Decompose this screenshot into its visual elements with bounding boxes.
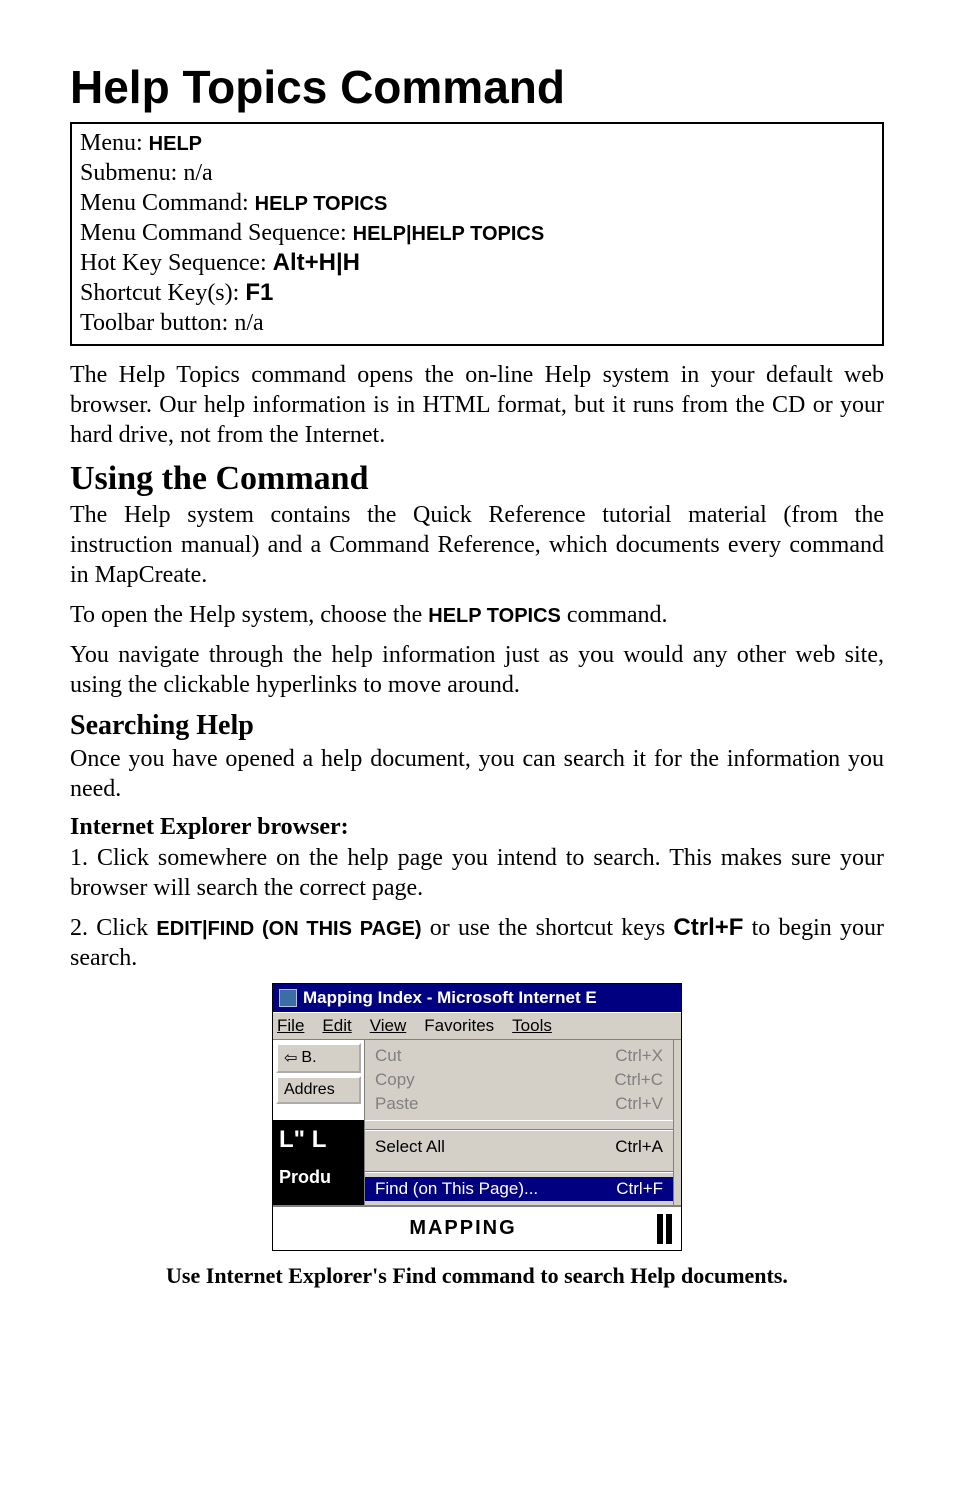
command-value: HELP TOPICS	[255, 193, 388, 215]
step2-a: 2. Click	[70, 915, 156, 941]
menu-file[interactable]: File	[277, 1016, 304, 1036]
hotkey-value: Alt+H|H	[273, 249, 360, 276]
logo-box: L" L	[273, 1120, 365, 1163]
sequence-row: Menu Command Sequence: HELP|HELP TOPICS	[80, 218, 874, 248]
cut-shortcut: Ctrl+X	[615, 1046, 663, 1066]
selectall-label: Select All	[375, 1137, 445, 1157]
menu-copy: Copy Ctrl+C	[375, 1068, 663, 1092]
info-box: Menu: HELP Submenu: n/a Menu Command: HE…	[70, 122, 884, 346]
edit-dropdown-2: Select All Ctrl+A	[365, 1120, 673, 1163]
menu-value: HELP	[149, 133, 202, 155]
logo-text: L" L	[279, 1126, 326, 1153]
screenshot-wrapper: Mapping Index - Microsoft Internet E Fil…	[70, 983, 884, 1251]
step2-b: EDIT|FIND (ON THIS PAGE)	[156, 918, 421, 940]
right-edge	[673, 1040, 681, 1120]
selectall-shortcut: Ctrl+A	[615, 1137, 663, 1157]
paste-label: Paste	[375, 1094, 418, 1114]
menu-select-all[interactable]: Select All Ctrl+A	[375, 1135, 663, 1159]
paste-shortcut: Ctrl+V	[615, 1094, 663, 1114]
submenu-value: n/a	[183, 160, 212, 186]
copy-shortcut: Ctrl+C	[614, 1070, 663, 1090]
menu-paste: Paste Ctrl+V	[375, 1092, 663, 1116]
menu-edit-label: Edit	[322, 1016, 351, 1035]
address-text: Addres	[284, 1081, 335, 1099]
hotkey-row: Hot Key Sequence: Alt+H|H	[80, 248, 874, 278]
screenshot-caption: Use Internet Explorer's Find command to …	[70, 1263, 884, 1289]
sequence-value: HELP|HELP TOPICS	[353, 223, 545, 245]
copy-label: Copy	[375, 1070, 415, 1090]
step-2: 2. Click EDIT|FIND (ON THIS PAGE) or use…	[70, 913, 884, 973]
command-label: Menu Command:	[80, 190, 255, 216]
find-label: Find (on This Page)...	[375, 1179, 538, 1199]
para3-c: command.	[561, 602, 668, 628]
edit-dropdown: Cut Ctrl+X Copy Ctrl+C Paste Ctrl+V	[365, 1040, 673, 1120]
para3-a: To open the Help system, choose the	[70, 602, 428, 628]
submenu-label: Submenu:	[80, 160, 183, 186]
page-title: Help Topics Command	[70, 60, 884, 114]
shortcut-label: Shortcut Key(s):	[80, 280, 245, 306]
ie-heading: Internet Explorer browser:	[70, 814, 884, 841]
left-column: B. Addres	[273, 1040, 365, 1120]
command-row: Menu Command: HELP TOPICS	[80, 188, 874, 218]
menu-cut: Cut Ctrl+X	[375, 1044, 663, 1068]
hotkey-label: Hot Key Sequence:	[80, 250, 273, 276]
edit-dropdown-3: Find (on This Page)... Ctrl+F	[365, 1163, 673, 1205]
cut-label: Cut	[375, 1046, 401, 1066]
toolbar-label: Toolbar button:	[80, 310, 234, 336]
side-bars-icon	[653, 1208, 681, 1250]
using-heading: Using the Command	[70, 460, 884, 498]
sequence-label: Menu Command Sequence:	[80, 220, 353, 246]
using-para-3: You navigate through the help informatio…	[70, 640, 884, 700]
back-button[interactable]: B.	[276, 1043, 361, 1073]
using-para-2: To open the Help system, choose the HELP…	[70, 600, 884, 630]
ie-icon	[279, 989, 297, 1007]
intro-paragraph: The Help Topics command opens the on-lin…	[70, 360, 884, 450]
mapping-row: MAPPING	[273, 1205, 681, 1250]
para3-b: HELP TOPICS	[428, 605, 561, 627]
menu-tools[interactable]: Tools	[512, 1016, 552, 1036]
submenu-row: Submenu: n/a	[80, 158, 874, 188]
find-shortcut: Ctrl+F	[616, 1179, 663, 1199]
step-1: 1. Click somewhere on the help page you …	[70, 843, 884, 903]
produ-box: Produ	[273, 1163, 365, 1205]
menu-find[interactable]: Find (on This Page)... Ctrl+F	[365, 1177, 673, 1201]
right-edge-3	[673, 1163, 681, 1205]
ie-window: Mapping Index - Microsoft Internet E Fil…	[272, 983, 682, 1251]
toolbar-row: Toolbar button: n/a	[80, 308, 874, 338]
window-titlebar: Mapping Index - Microsoft Internet E	[273, 984, 681, 1012]
mapping-text: MAPPING	[273, 1207, 653, 1250]
menu-file-label: File	[277, 1016, 304, 1035]
address-label: Addres	[276, 1076, 361, 1104]
window-title: Mapping Index - Microsoft Internet E	[303, 988, 597, 1008]
shortcut-row: Shortcut Key(s): F1	[80, 278, 874, 308]
step2-d: Ctrl+F	[673, 914, 743, 941]
menu-favorites-label: Favorites	[424, 1016, 494, 1035]
searching-heading: Searching Help	[70, 710, 884, 742]
produ-text: Produ	[279, 1167, 331, 1187]
using-para-1: The Help system contains the Quick Refer…	[70, 500, 884, 590]
back-label: B.	[301, 1049, 316, 1067]
menu-tools-label: Tools	[512, 1016, 552, 1035]
menu-view-label: View	[370, 1016, 407, 1035]
menu-separator-2	[365, 1171, 673, 1173]
menu-separator-1	[365, 1129, 673, 1131]
searching-para: Once you have opened a help document, yo…	[70, 744, 884, 804]
menu-row: Menu: HELP	[80, 128, 874, 158]
menu-favorites[interactable]: Favorites	[424, 1016, 494, 1036]
toolbar-value: n/a	[234, 310, 263, 336]
right-edge-2	[673, 1120, 681, 1163]
step2-c: or use the shortcut keys	[422, 915, 674, 941]
menubar: File Edit View Favorites Tools	[273, 1012, 681, 1040]
shortcut-value: F1	[245, 279, 273, 306]
menu-edit[interactable]: Edit	[322, 1016, 351, 1036]
menu-label: Menu:	[80, 130, 149, 156]
menu-view[interactable]: View	[370, 1016, 407, 1036]
